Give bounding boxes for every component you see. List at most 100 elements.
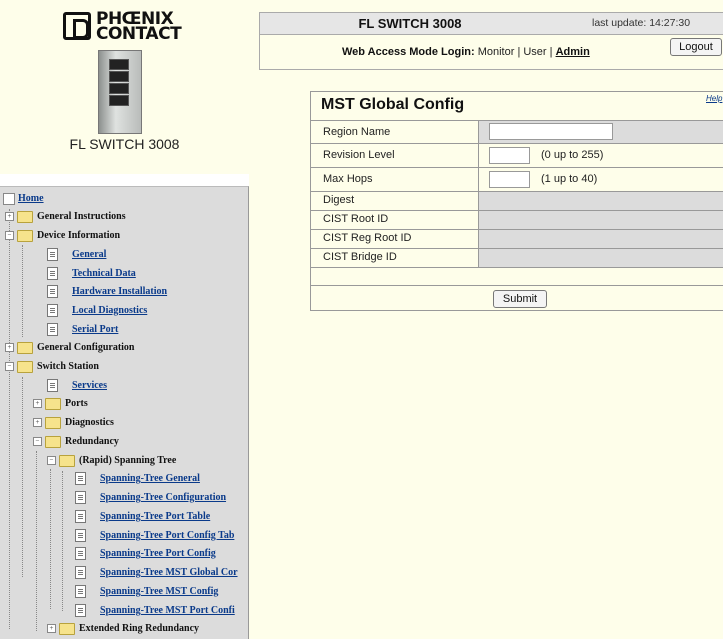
- page-icon: [47, 267, 58, 281]
- page-icon: [75, 472, 86, 486]
- tree-guide: [9, 209, 10, 629]
- nav-page-spanning-tree-general[interactable]: Spanning-Tree General: [75, 470, 200, 488]
- header-bar: FL SWITCH 3008 last update: 14:27:30: [259, 12, 723, 35]
- submit-button[interactable]: Submit: [493, 290, 547, 308]
- nav-label: Diagnostics: [65, 417, 114, 428]
- max-hops-input[interactable]: [489, 171, 530, 188]
- switch-device-icon: [98, 50, 142, 134]
- nav-label: Spanning-Tree MST Config: [100, 586, 219, 597]
- nav-page-spanning-tree-mst-port-config[interactable]: Spanning-Tree MST Port Confi: [75, 602, 235, 620]
- row-label: CIST Root ID: [323, 213, 389, 225]
- folder-open-icon: [17, 229, 33, 242]
- nav-page-spanning-tree-port-config[interactable]: Spanning-Tree Port Config: [75, 545, 216, 563]
- nav-label: Spanning-Tree MST Global Cor: [100, 567, 238, 578]
- nav-label: Technical Data: [72, 268, 136, 279]
- folder-open-icon: [45, 435, 61, 448]
- nav-label: Spanning-Tree Configuration: [100, 492, 227, 503]
- row-value: [478, 121, 723, 143]
- collapse-icon[interactable]: −: [33, 437, 42, 447]
- row-value: [478, 249, 723, 267]
- expand-icon[interactable]: +: [5, 212, 14, 222]
- nav-page-spanning-tree-port-table[interactable]: Spanning-Tree Port Table: [75, 508, 210, 526]
- folder-icon: [59, 622, 75, 635]
- row-cist-root-id: CIST Root ID: [311, 210, 723, 229]
- nav-page-spanning-tree-configuration[interactable]: Spanning-Tree Configuration: [75, 489, 226, 507]
- nav-folder-redundancy[interactable]: − Redundancy: [33, 433, 119, 451]
- nav-label: Local Diagnostics: [72, 305, 148, 316]
- nav-label: Spanning-Tree Port Config: [100, 548, 216, 559]
- nav-page-technical-data[interactable]: Technical Data: [47, 265, 136, 283]
- row-label: Revision Level: [323, 149, 395, 161]
- page-icon: [75, 510, 86, 524]
- nav-label: Services: [72, 380, 107, 391]
- nav-page-general[interactable]: General: [47, 246, 106, 264]
- expand-icon[interactable]: +: [47, 624, 56, 634]
- row-label: CIST Reg Root ID: [323, 232, 412, 244]
- expand-icon[interactable]: +: [5, 343, 14, 353]
- nav-folder-general-instructions[interactable]: + General Instructions: [5, 208, 126, 226]
- nav-label: Redundancy: [65, 436, 119, 447]
- port-icon: [109, 83, 129, 94]
- row-cist-bridge-id: CIST Bridge ID: [311, 248, 723, 267]
- login-modes[interactable]: Monitor | User |: [478, 46, 553, 58]
- nav-label: Spanning-Tree General: [100, 473, 200, 484]
- phoenix-contact-logo: PHŒNIX CONTACT: [63, 11, 183, 44]
- expand-icon[interactable]: +: [33, 418, 42, 428]
- port-icon: [109, 95, 129, 106]
- nav-page-services[interactable]: Services: [47, 377, 107, 395]
- device-label: FL SWITCH 3008: [69, 136, 180, 152]
- main-content: FL SWITCH 3008 last update: 14:27:30 Web…: [249, 0, 723, 639]
- nav-label: Extended Ring Redundancy: [79, 623, 200, 634]
- revision-level-input[interactable]: [489, 147, 530, 164]
- nav-label: Spanning-Tree MST Port Confi: [100, 605, 235, 616]
- nav-label: General Configuration: [37, 342, 135, 353]
- row-value: [478, 211, 723, 229]
- tree-guide: [22, 377, 23, 577]
- nav-label: Switch Station: [37, 361, 99, 372]
- nav-folder-device-information[interactable]: − Device Information: [5, 227, 120, 245]
- help-link[interactable]: Help: [706, 94, 722, 103]
- folder-icon: [45, 416, 61, 429]
- nav-page-spanning-tree-port-config-table[interactable]: Spanning-Tree Port Config Tab: [75, 527, 234, 545]
- nav-label: Spanning-Tree Port Config Tab: [100, 530, 235, 541]
- nav-page-serial-port[interactable]: Serial Port: [47, 321, 118, 339]
- collapse-icon[interactable]: −: [47, 456, 56, 466]
- tree-guide: [36, 451, 37, 631]
- row-value: (1 up to 40): [478, 168, 723, 191]
- page-icon: [47, 248, 58, 262]
- revision-level-hint: (0 up to 255): [541, 149, 604, 161]
- region-name-input[interactable]: [489, 123, 613, 140]
- nav-folder-switch-station[interactable]: − Switch Station: [5, 358, 99, 376]
- tree-guide: [22, 245, 23, 337]
- page-icon: [75, 585, 86, 599]
- row-label: CIST Bridge ID: [323, 251, 397, 263]
- collapse-icon[interactable]: −: [5, 362, 14, 372]
- page-icon: [75, 566, 86, 580]
- expand-icon[interactable]: +: [33, 399, 42, 409]
- left-column: PHŒNIX CONTACT FL SWITCH 3008 Home + Gene…: [0, 0, 250, 639]
- page-icon: [47, 285, 58, 299]
- home-icon: [3, 192, 15, 205]
- row-max-hops: Max Hops (1 up to 40): [311, 167, 723, 191]
- page-icon: [47, 304, 58, 318]
- admin-link[interactable]: Admin: [556, 46, 590, 58]
- nav-page-spanning-tree-mst-config[interactable]: Spanning-Tree MST Config: [75, 583, 218, 601]
- nav-home[interactable]: Home: [3, 190, 44, 208]
- nav-page-hardware-installation[interactable]: Hardware Installation: [47, 283, 167, 301]
- panel-title: MST Global Config: [321, 96, 465, 113]
- nav-page-spanning-tree-mst-global-config[interactable]: Spanning-Tree MST Global Cor: [75, 564, 238, 582]
- logout-button[interactable]: Logout: [670, 38, 722, 56]
- collapse-icon[interactable]: −: [5, 231, 14, 241]
- nav-folder-extended-ring-redundancy[interactable]: + Extended Ring Redundancy: [47, 620, 199, 638]
- row-label: Region Name: [323, 126, 391, 138]
- nav-folder-ports[interactable]: + Ports: [33, 395, 88, 413]
- nav-label: Serial Port: [72, 324, 119, 335]
- nav-folder-rapid-spanning-tree[interactable]: − (Rapid) Spanning Tree: [47, 452, 176, 470]
- row-value: (0 up to 255): [478, 144, 723, 167]
- nav-folder-diagnostics[interactable]: + Diagnostics: [33, 414, 114, 432]
- nav-page-local-diagnostics[interactable]: Local Diagnostics: [47, 302, 147, 320]
- folder-open-icon: [17, 360, 33, 373]
- login-prefix: Web Access Mode Login:: [342, 46, 475, 58]
- nav-folder-general-configuration[interactable]: + General Configuration: [5, 339, 135, 357]
- nav-label: General: [72, 249, 107, 260]
